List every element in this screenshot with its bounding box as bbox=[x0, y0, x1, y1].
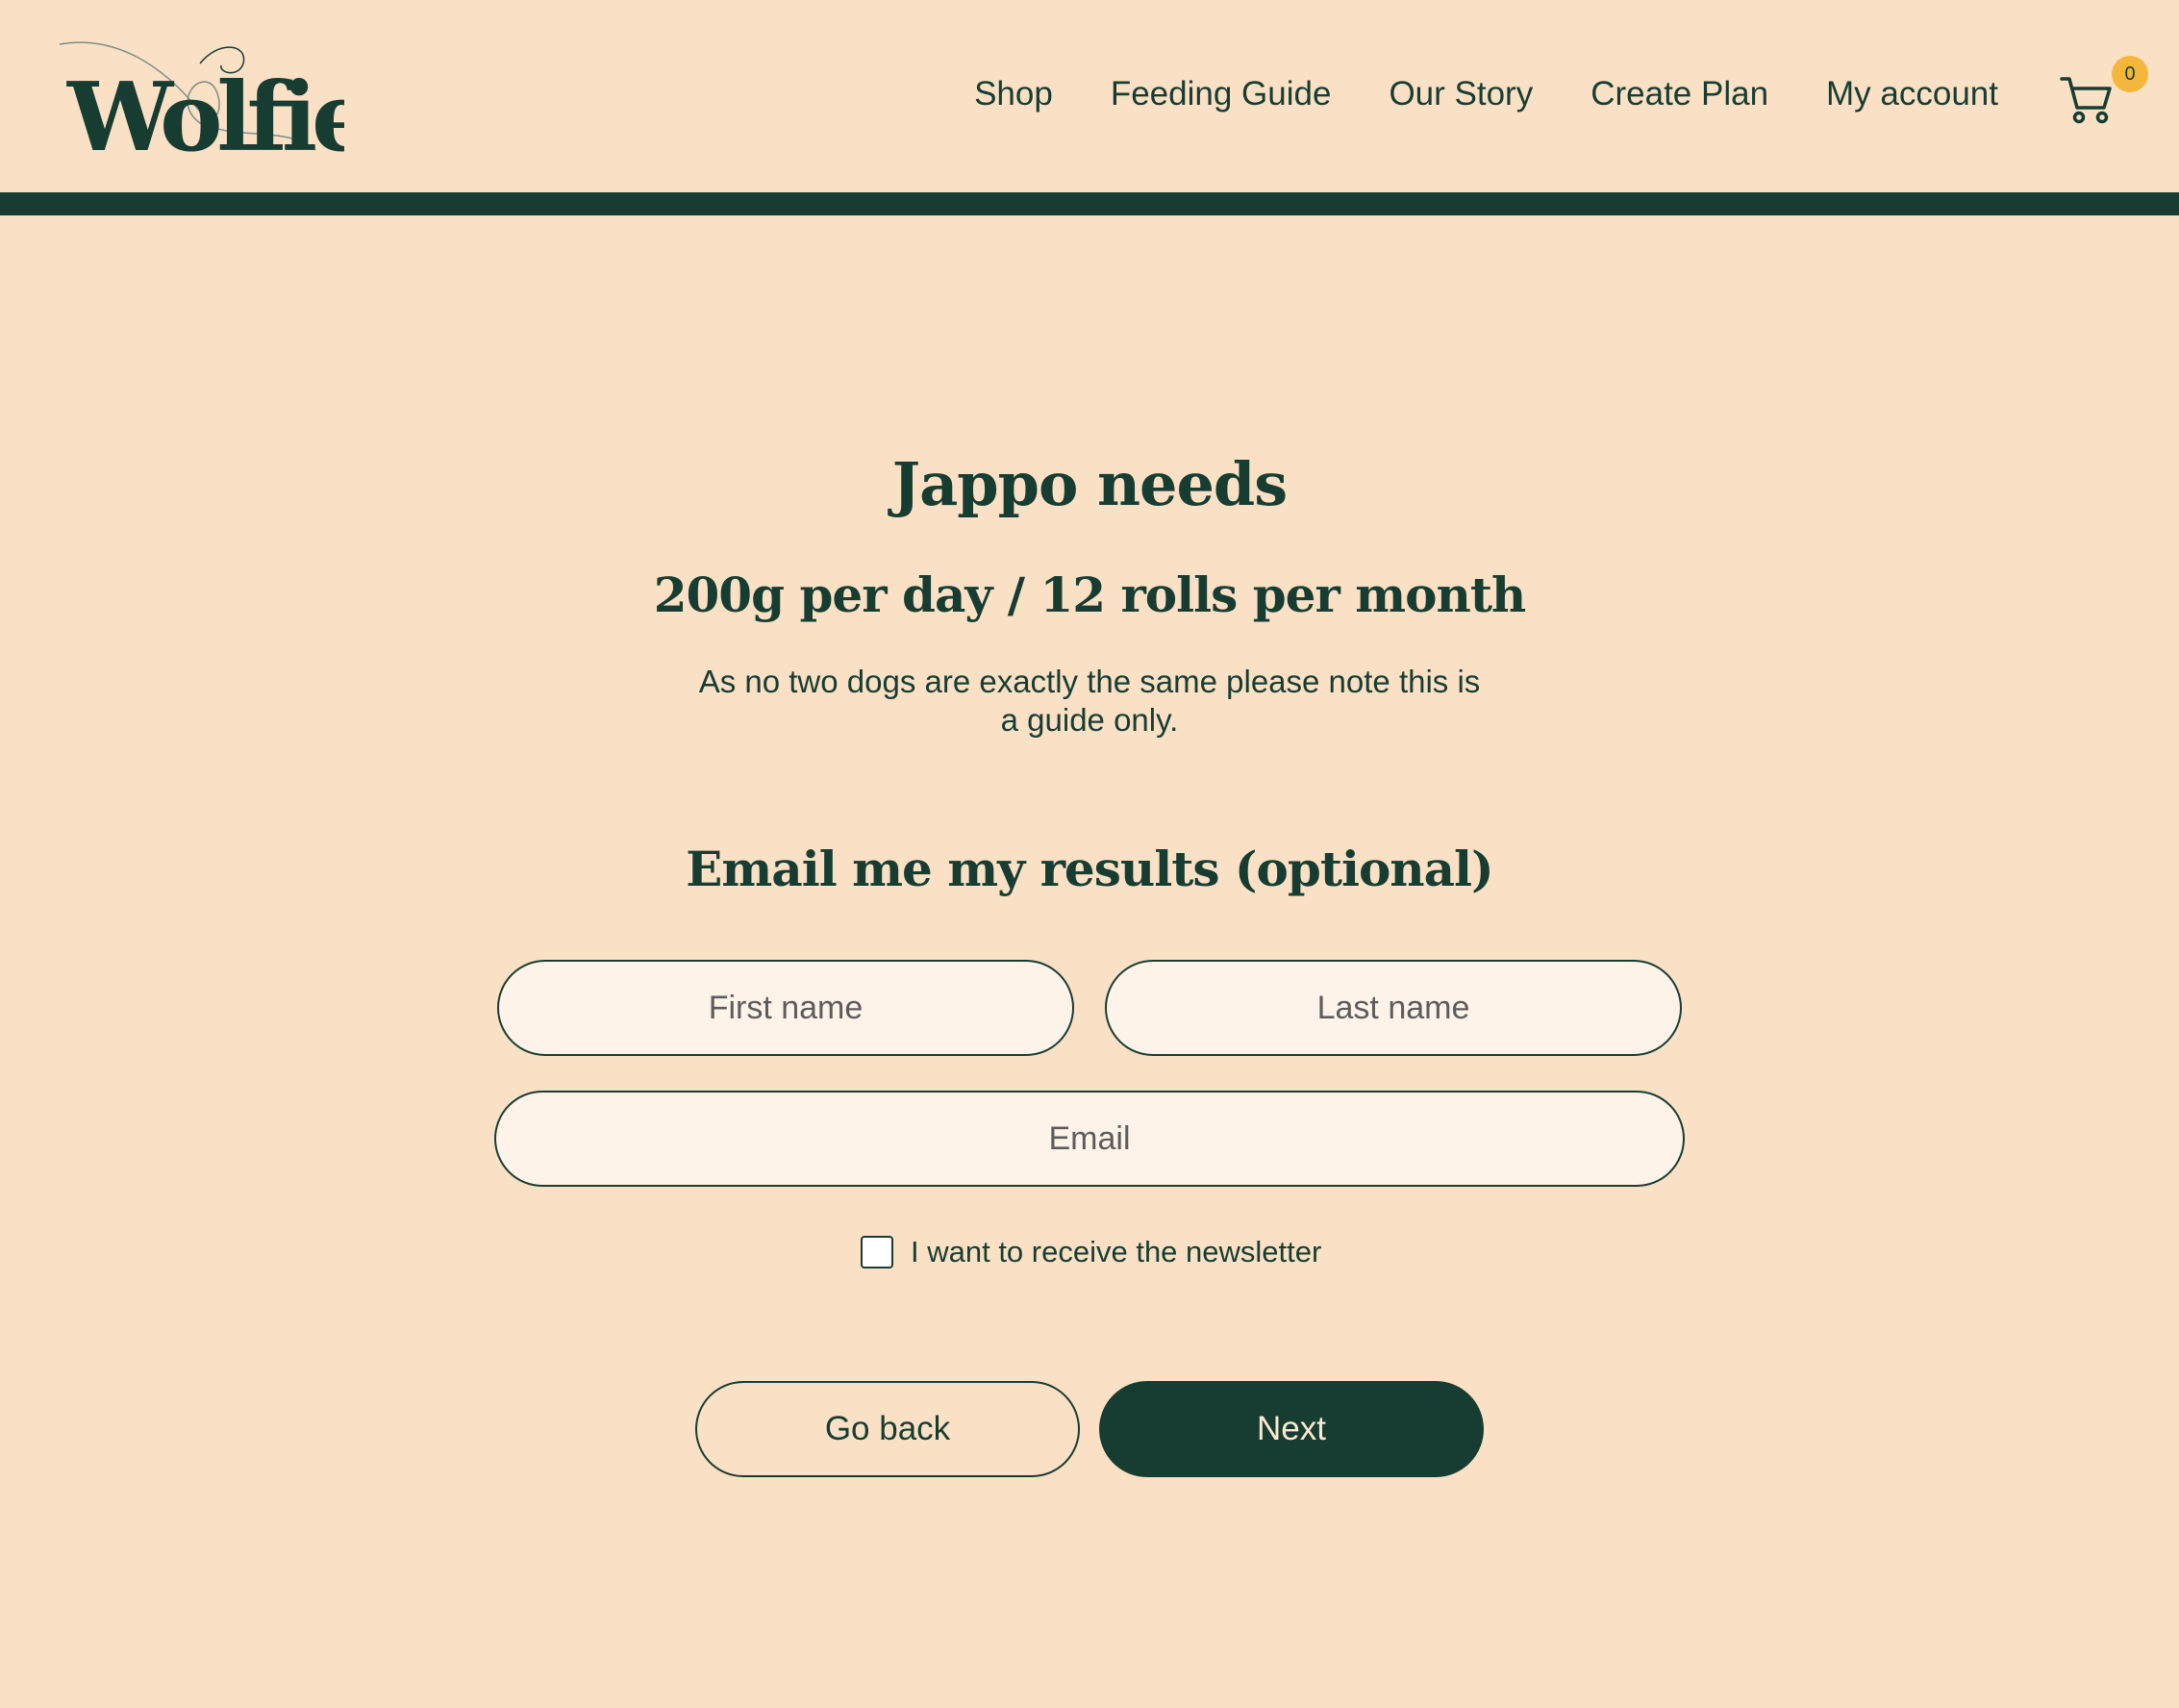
site-header: Wolfie Shop Feeding Guide Our Story Crea… bbox=[0, 0, 2179, 192]
go-back-button[interactable]: Go back bbox=[695, 1381, 1080, 1477]
main-nav: Shop Feeding Guide Our Story Create Plan… bbox=[974, 67, 1998, 121]
guide-note: As no two dogs are exactly the same plea… bbox=[698, 664, 1481, 738]
cart-button[interactable]: 0 bbox=[2058, 56, 2148, 124]
cart-icon bbox=[2060, 77, 2112, 124]
nav-my-account[interactable]: My account bbox=[1826, 67, 1998, 121]
nav-shop[interactable]: Shop bbox=[974, 67, 1053, 121]
nav-create-plan[interactable]: Create Plan bbox=[1590, 67, 1768, 121]
email-results-heading: Email me my results (optional) bbox=[686, 841, 1493, 897]
plan-result-section: Jappo needs 200g per day / 12 rolls per … bbox=[0, 215, 2179, 1708]
result-title: Jappo needs bbox=[891, 449, 1288, 519]
newsletter-label: I want to receive the newsletter bbox=[911, 1235, 1322, 1268]
first-name-input[interactable] bbox=[497, 960, 1074, 1056]
next-button[interactable]: Next bbox=[1099, 1381, 1484, 1477]
header-divider bbox=[0, 192, 2179, 215]
cart-count-badge: 0 bbox=[2112, 56, 2148, 92]
email-input[interactable] bbox=[494, 1091, 1685, 1187]
last-name-input[interactable] bbox=[1105, 960, 1682, 1056]
nav-feeding-guide[interactable]: Feeding Guide bbox=[1111, 67, 1332, 121]
logo-wordmark: Wolfie bbox=[66, 63, 344, 160]
nav-our-story[interactable]: Our Story bbox=[1389, 67, 1533, 121]
newsletter-checkbox[interactable] bbox=[861, 1236, 893, 1268]
newsletter-option[interactable]: I want to receive the newsletter bbox=[861, 1233, 1321, 1271]
wolfie-logo[interactable]: Wolfie bbox=[56, 35, 344, 160]
result-amount: 200g per day / 12 rolls per month bbox=[653, 566, 1527, 623]
